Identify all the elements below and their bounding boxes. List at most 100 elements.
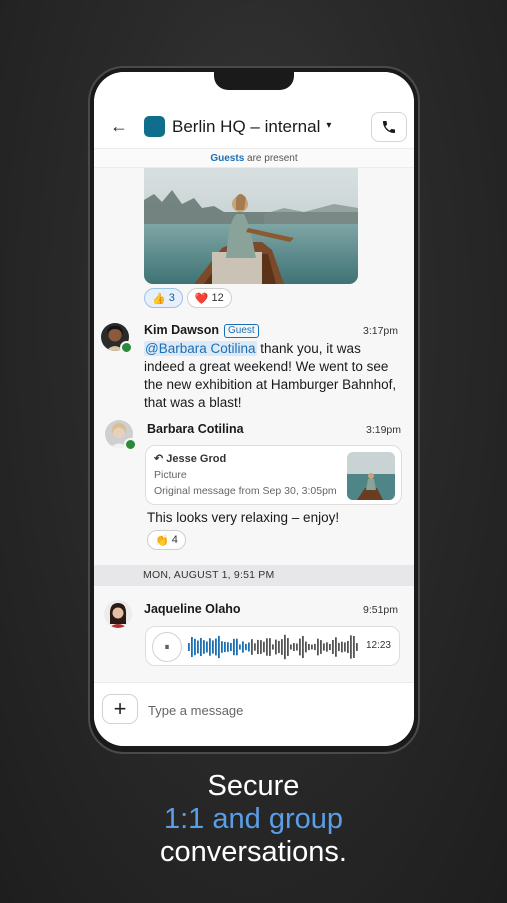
add-attachment-button[interactable]: + [102,694,138,724]
message-time: 9:51pm [363,604,399,616]
call-button[interactable] [371,112,407,142]
quote-author: ↶ Jesse Grod [154,452,226,465]
quoted-message[interactable]: ↶ Jesse Grod Picture Original message fr… [145,445,402,505]
back-arrow-icon[interactable]: ← [110,116,128,136]
voice-message: ⏸ 12:23 [145,626,400,666]
quote-original: Original message from Sep 30, 3:05pm [154,485,337,497]
waveform-bar [302,635,304,659]
waveform-bar [197,640,199,654]
pause-button[interactable]: ⏸ [152,632,182,662]
waveform-bar [293,643,295,651]
waveform-bar [344,642,346,652]
waveform-bar [266,638,268,656]
message-reactions: 👏 4 [147,530,186,550]
avatar-jaqueline-olaho[interactable] [104,600,132,628]
waveform-bar [248,642,250,652]
author-name: Jaqueline Olaho [144,602,241,616]
conversation-title[interactable]: Berlin HQ – internal ▾ [172,117,331,137]
plus-icon: + [113,696,127,721]
waveform-bar [305,641,307,653]
heart-reaction[interactable]: ❤️ 12 [186,288,232,308]
waveform-bar [311,644,313,650]
message-author: Kim Dawson Guest [144,323,259,338]
mention-link[interactable]: @Barbara Cotilina [144,341,257,356]
marketing-tagline: Secure 1:1 and group conversations. [0,770,507,869]
thumbs-up-reaction[interactable]: 👍 3 [144,288,183,308]
audio-waveform[interactable] [188,633,360,661]
waveform-bar [239,644,241,650]
waveform-bar [188,643,190,651]
waveform-bar [329,643,331,651]
waveform-bar [227,642,229,652]
reply-icon: ↶ [154,453,164,465]
chevron-down-icon: ▾ [326,120,332,132]
waveform-bar [272,644,274,650]
phone-notch [214,72,294,90]
chat-area[interactable]: 👍 3 ❤️ 12 Kim Dawson Guest 3:17pm @Barbara … [94,168,414,682]
thumbs-up-icon: 👍 [152,292,166,305]
waveform-bar [347,640,349,654]
reaction-count: 3 [168,292,175,304]
tagline-line-2: 1:1 and group [164,803,343,835]
clap-icon: 👏 [155,534,169,547]
reaction-count: 4 [171,534,178,546]
waveform-bar [215,638,217,656]
author-name: Barbara Cotilina [147,422,244,436]
waveform-bar [320,640,322,654]
message-time: 3:17pm [363,325,399,337]
clap-reaction[interactable]: 👏 4 [147,530,186,550]
waveform-bar [233,638,235,656]
waveform-bar [242,641,244,653]
waveform-bar [338,642,340,652]
waveform-bar [317,638,319,656]
message-composer: + [94,682,414,746]
waveform-bar [284,634,286,660]
guest-badge: Guest [224,323,259,338]
pause-icon: ⏸ [164,641,170,653]
waveform-bar [332,640,334,654]
waveform-bar [206,641,208,653]
waveform-bar [314,643,316,651]
waveform-bar [356,643,358,651]
waveform-bar [353,636,355,658]
waveform-bar [191,636,193,658]
message-input[interactable] [146,698,400,722]
waveform-bar [221,641,223,653]
message-text: @Barbara Cotilina thank you, it was inde… [144,340,404,412]
heart-icon: ❤️ [194,292,209,305]
waveform-bar [299,638,301,656]
waveform-bar [251,639,253,655]
audio-duration: 12:23 [365,640,391,651]
waveform-bar [323,643,325,651]
phone-icon [383,121,395,133]
online-status-dot [120,341,133,354]
photo-reactions: 👍 3 ❤️ 12 [144,288,232,308]
guests-link[interactable]: Guests [210,153,244,164]
quote-author-name: Jesse Grod [166,453,227,465]
online-status-dot [124,438,137,451]
conversation-title-text: Berlin HQ – internal [172,117,321,136]
waveform-bar [275,639,277,655]
tagline-line-3: conversations. [160,836,347,868]
waveform-bar [218,635,220,659]
quote-subtitle: Picture [154,469,187,481]
author-name: Kim Dawson [144,323,220,337]
waveform-bar [200,637,202,657]
waveform-bar [263,641,265,653]
tagline-line-1: Secure [207,770,300,802]
waveform-bar [203,640,205,654]
shared-photo[interactable] [144,168,358,284]
waveform-bar [212,640,214,654]
waveform-bar [335,637,337,657]
date-separator: MON, AUGUST 1, 9:51 PM [94,565,414,586]
waveform-bar [254,643,256,651]
waveform-bar [224,641,226,653]
conversation-avatar [144,116,165,137]
waveform-bar [290,644,292,650]
reaction-count: 12 [211,292,224,304]
waveform-bar [326,642,328,652]
waveform-bar [257,639,259,655]
message-time: 3:19pm [366,424,402,436]
waveform-bar [308,643,310,651]
waveform-bar [209,638,211,656]
